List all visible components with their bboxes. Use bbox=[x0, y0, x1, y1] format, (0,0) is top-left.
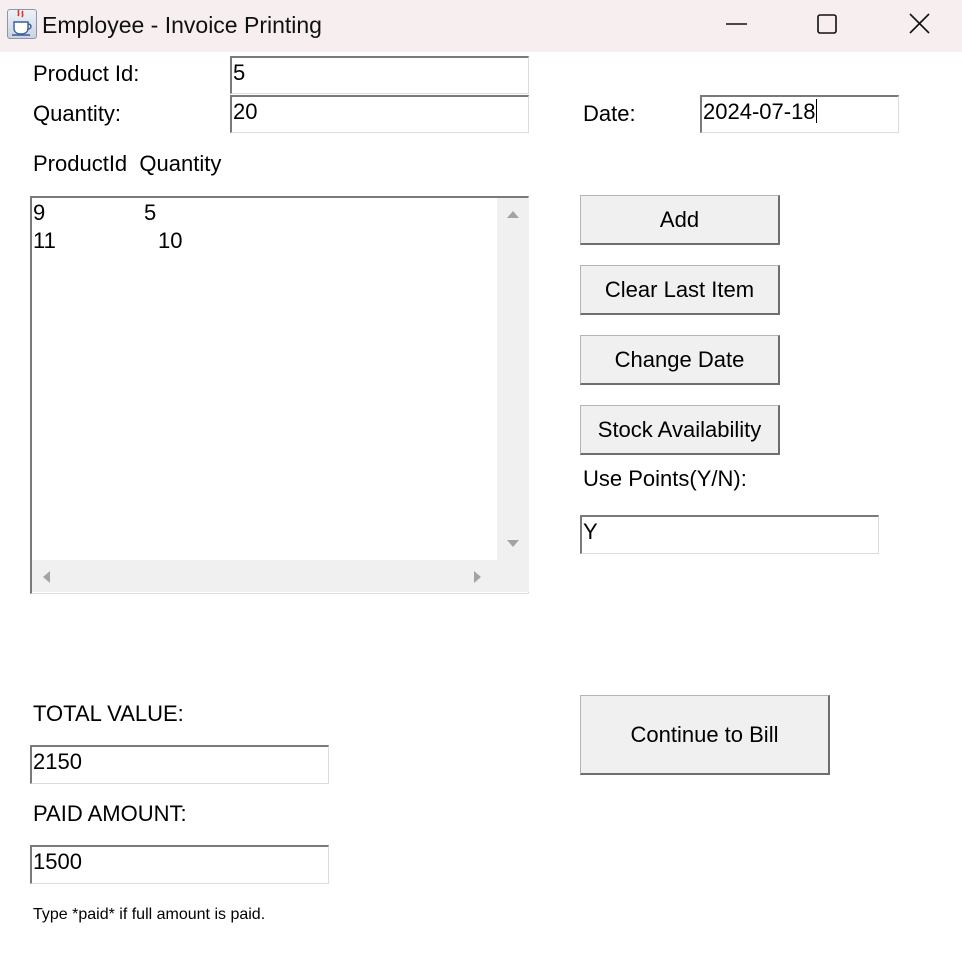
maximize-icon bbox=[817, 14, 837, 34]
quantity-input[interactable]: 20 bbox=[230, 95, 529, 133]
text-caret bbox=[815, 99, 817, 123]
window-title: Employee - Invoice Printing bbox=[42, 12, 322, 38]
date-input[interactable]: 2024-07-18 bbox=[700, 95, 899, 133]
add-button[interactable]: Add bbox=[580, 195, 780, 245]
scroll-down-icon[interactable] bbox=[506, 538, 520, 548]
quantity-label: Quantity: bbox=[33, 101, 122, 126]
stock-availability-button[interactable]: Stock Availability bbox=[580, 405, 780, 455]
use-points-value: Y bbox=[583, 519, 598, 544]
date-value: 2024-07-18 bbox=[703, 99, 816, 124]
paid-amount-label: PAID AMOUNT: bbox=[33, 801, 187, 826]
horizontal-scrollbar[interactable] bbox=[32, 560, 497, 592]
items-textarea[interactable]: 9 5 11 10 bbox=[30, 196, 529, 594]
change-date-button[interactable]: Change Date bbox=[580, 335, 780, 385]
item-quantity: 5 bbox=[144, 200, 157, 225]
java-coffee-cup-icon bbox=[7, 9, 37, 39]
item-product-id: 11 bbox=[33, 228, 56, 253]
product-id-label: Product Id: bbox=[33, 61, 140, 86]
paid-hint-text: Type *paid* if full amount is paid. bbox=[33, 906, 266, 923]
clear-last-item-button[interactable]: Clear Last Item bbox=[580, 265, 780, 315]
vertical-scrollbar[interactable] bbox=[497, 198, 529, 560]
item-quantity: 10 bbox=[158, 228, 183, 253]
close-button[interactable] bbox=[898, 4, 942, 46]
list-header: ProductId Quantity bbox=[33, 151, 222, 176]
total-value-input[interactable]: 2150 bbox=[30, 745, 329, 784]
minimize-button[interactable] bbox=[714, 4, 758, 46]
maximize-button[interactable] bbox=[805, 4, 849, 46]
title-bar: Employee - Invoice Printing bbox=[0, 0, 962, 52]
paid-amount-input[interactable]: 1500 bbox=[30, 845, 329, 884]
minimize-icon bbox=[726, 23, 747, 25]
total-value: 2150 bbox=[33, 749, 82, 774]
continue-to-bill-button[interactable]: Continue to Bill bbox=[580, 695, 830, 775]
total-value-label: TOTAL VALUE: bbox=[33, 701, 184, 726]
quantity-value: 20 bbox=[233, 99, 258, 124]
use-points-label: Use Points(Y/N): bbox=[583, 466, 747, 491]
scroll-up-icon[interactable] bbox=[506, 210, 520, 220]
date-label: Date: bbox=[583, 101, 636, 126]
close-icon bbox=[909, 13, 930, 34]
paid-amount-value: 1500 bbox=[33, 849, 82, 874]
product-id-input[interactable]: 5 bbox=[230, 56, 529, 94]
product-id-value: 5 bbox=[233, 60, 246, 85]
scrollbar-corner bbox=[497, 560, 529, 592]
scroll-left-icon[interactable] bbox=[42, 570, 52, 584]
item-product-id: 9 bbox=[33, 200, 46, 225]
use-points-input[interactable]: Y bbox=[580, 515, 879, 554]
scroll-right-icon[interactable] bbox=[472, 570, 482, 584]
